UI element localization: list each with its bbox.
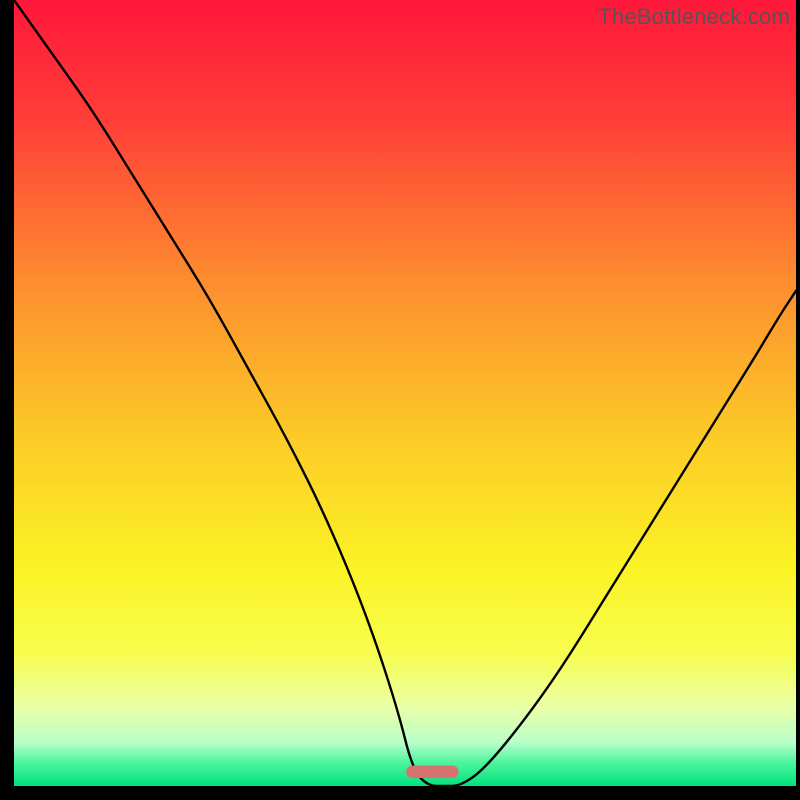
- chart-container: TheBottleneck.com: [0, 0, 800, 800]
- frame-left: [0, 0, 14, 800]
- frame-right: [796, 0, 800, 800]
- bottleneck-chart: [0, 0, 800, 800]
- plot-background: [14, 0, 796, 786]
- watermark: TheBottleneck.com: [598, 4, 790, 30]
- optimum-marker: [406, 766, 458, 779]
- frame-bottom: [0, 786, 800, 800]
